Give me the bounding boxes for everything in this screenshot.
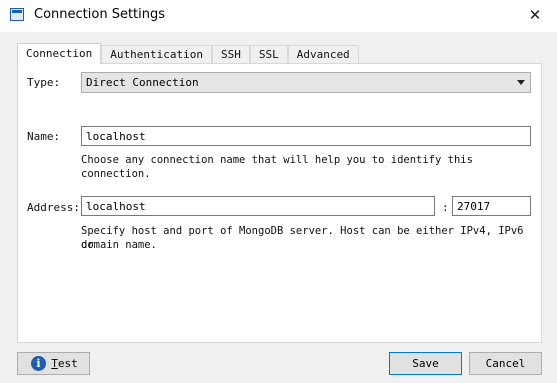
address-help-text-line-2: domain name. <box>81 239 157 251</box>
info-icon: i <box>31 356 46 371</box>
test-button[interactable]: i Test <box>17 352 90 375</box>
name-label: Name: <box>27 130 61 143</box>
tab-bar: Connection Authentication SSH SSL Advanc… <box>17 43 359 64</box>
close-icon[interactable]: ✕ <box>523 4 547 26</box>
app-window-icon <box>10 8 24 21</box>
save-button[interactable]: Save <box>389 352 462 375</box>
title-bar: Connection Settings ✕ <box>0 0 557 32</box>
tab-ssh[interactable]: SSH <box>211 45 250 63</box>
chevron-down-icon <box>517 80 525 85</box>
tab-authentication[interactable]: Authentication <box>101 45 212 63</box>
cancel-button[interactable]: Cancel <box>469 352 542 375</box>
connection-panel: Type: Direct Connection Name: Choose any… <box>17 63 542 343</box>
address-separator: : <box>442 201 449 214</box>
address-label: Address: <box>27 201 80 214</box>
address-port-field[interactable] <box>452 196 531 216</box>
tab-advanced[interactable]: Advanced <box>287 45 359 63</box>
type-label: Type: <box>27 76 61 89</box>
connection-type-select[interactable]: Direct Connection <box>81 72 531 93</box>
test-button-label: est <box>57 357 78 370</box>
tab-connection[interactable]: Connection <box>17 43 102 64</box>
test-button-mnemonic: T <box>51 357 58 370</box>
address-host-field[interactable] <box>81 196 435 216</box>
window-title: Connection Settings <box>34 7 166 22</box>
connection-type-value: Direct Connection <box>86 76 199 89</box>
name-field[interactable] <box>81 126 531 146</box>
name-help-text: Choose any connection name that will hel… <box>81 154 473 180</box>
tab-ssl[interactable]: SSL <box>249 45 288 63</box>
